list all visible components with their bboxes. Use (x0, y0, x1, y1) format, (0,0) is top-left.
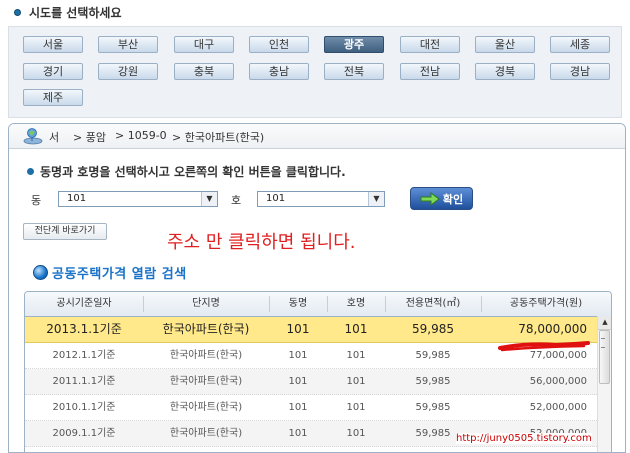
arrow-right-icon (420, 191, 440, 206)
column-header-complex: 단지명 (192, 298, 220, 309)
region-button-gyeonggi[interactable]: 경기 (23, 63, 83, 80)
region-button-chungnam[interactable]: 충남 (249, 63, 309, 80)
breadcrumb-item-lot[interactable]: > 1059-0 (115, 129, 167, 142)
watermark-text: http://juny0505.tistory.com (456, 433, 592, 444)
back-to-previous-step-button[interactable]: 전단계 바로가기 (23, 223, 107, 240)
cell-complex: 한국아파트(한국) (169, 376, 243, 387)
region-button-daejeon[interactable]: 대전 (400, 36, 460, 53)
confirm-button-label: 확인 (442, 192, 464, 206)
cell-ho: 101 (344, 322, 368, 336)
region-title-text: 시도를 선택하세요 (29, 6, 122, 20)
column-header-price: 공동주택가격(원) (509, 298, 583, 309)
cell-dong: 101 (288, 428, 308, 439)
scroll-grip-icon (601, 338, 605, 348)
region-button-ulsan[interactable]: 울산 (475, 36, 535, 53)
column-header-ho: 호명 (346, 298, 366, 309)
column-header-date: 공시기준일자 (56, 298, 112, 309)
breadcrumb-item-dong[interactable]: > 풍암 (73, 129, 106, 145)
table-header: 공시기준일자 단지명 동명 호명 전용면적(㎡) 공동주택가격(원) (25, 292, 611, 317)
column-header-area: 전용면적(㎡) (405, 298, 461, 309)
cell-ho: 101 (346, 376, 366, 387)
region-button-gyeongnam[interactable]: 경남 (550, 63, 610, 80)
region-button-daegu[interactable]: 대구 (174, 36, 234, 53)
cell-complex: 한국아파트(한국) (169, 402, 243, 413)
red-underline-mark (498, 341, 590, 352)
region-button-jeju[interactable]: 제주 (23, 89, 83, 106)
breadcrumb-item-complex: > 한국아파트(한국) (172, 131, 265, 144)
section-title-text: 공동주택가격 열람 검색 (52, 267, 187, 282)
cell-date: 2013.1.1기준 (46, 322, 122, 336)
price-table: 공시기준일자 단지명 동명 호명 전용면적(㎡) 공동주택가격(원) 2013.… (24, 291, 612, 452)
annotation-note: 주소 만 클릭하면 됩니다. (167, 232, 356, 253)
region-button-sejong[interactable]: 세종 (550, 36, 610, 53)
instruction-label: 동명과 호명을 선택하시고 오른쪽의 확인 버튼을 클릭합니다. (40, 165, 346, 179)
region-button-gangwon[interactable]: 강원 (98, 63, 158, 80)
cell-area: 59,985 (415, 402, 451, 413)
table-scrollbar[interactable]: ▲ (597, 316, 611, 452)
cell-complex: 한국아파트(한국) (169, 350, 243, 361)
table-row[interactable]: 2011.1.1기준 한국아파트(한국) 101 101 59,985 56,0… (25, 369, 597, 395)
confirm-button[interactable]: 확인 (410, 187, 473, 210)
cell-date: 2012.1.1기준 (52, 350, 116, 361)
cell-ho: 101 (346, 402, 366, 413)
cell-dong: 101 (286, 322, 310, 336)
cell-area: 59,985 (415, 350, 451, 361)
column-header-dong: 동명 (288, 298, 308, 309)
chevron-down-icon[interactable]: ▼ (201, 192, 217, 206)
cell-dong: 101 (288, 402, 308, 413)
ho-label: 호 (231, 194, 242, 207)
map-location-icon (23, 128, 43, 145)
cell-date: 2010.1.1기준 (52, 402, 116, 413)
cell-dong: 101 (288, 376, 308, 387)
cell-price: 56,000,000 (529, 376, 587, 387)
cell-dong: 101 (288, 350, 308, 361)
region-button-incheon[interactable]: 인천 (249, 36, 309, 53)
cell-date: 2011.1.1기준 (52, 376, 116, 387)
dong-select-value: 101 (67, 193, 87, 204)
dong-select[interactable]: 101 ▼ (58, 191, 218, 207)
cell-ho: 101 (346, 428, 366, 439)
cell-area: 59,985 (412, 322, 454, 336)
bullet-icon (14, 9, 21, 16)
instruction-text: 동명과 호명을 선택하시고 오른쪽의 확인 버튼을 클릭합니다. (27, 163, 346, 180)
breadcrumb-item-district[interactable]: 서 (49, 129, 59, 145)
table-row[interactable]: 2010.1.1기준 한국아파트(한국) 101 101 59,985 52,0… (25, 395, 597, 421)
breadcrumb: 서 > 풍암 > 1059-0 > 한국아파트(한국) (9, 124, 625, 149)
cell-complex: 한국아파트(한국) (162, 322, 250, 336)
region-panel: 서울 부산 대구 인천 광주 대전 울산 세종 경기 강원 충북 충남 전북 전… (8, 26, 622, 118)
cell-ho: 101 (346, 350, 366, 361)
dong-label: 동 (31, 194, 42, 207)
apartment-price-panel: 서 > 풍암 > 1059-0 > 한국아파트(한국) 동명과 호명을 선택하시… (8, 123, 626, 453)
region-button-seoul[interactable]: 서울 (23, 36, 83, 53)
region-button-busan[interactable]: 부산 (98, 36, 158, 53)
cell-date: 2009.1.1기준 (52, 428, 116, 439)
bullet-icon (27, 168, 34, 175)
cell-price: 52,000,000 (529, 402, 587, 413)
cell-complex: 한국아파트(한국) (169, 428, 243, 439)
chevron-down-icon[interactable]: ▼ (368, 192, 384, 206)
globe-bullet-icon (33, 265, 48, 280)
region-button-jeonnam[interactable]: 전남 (400, 63, 460, 80)
ho-select-value: 101 (266, 193, 286, 204)
cell-area: 59,985 (415, 376, 451, 387)
region-button-jeonbuk[interactable]: 전북 (324, 63, 384, 80)
section-title: 공동주택가격 열람 검색 (33, 263, 187, 282)
region-title: 시도를 선택하세요 (14, 4, 122, 21)
region-button-chungbuk[interactable]: 충북 (174, 63, 234, 80)
region-button-gyeongbuk[interactable]: 경북 (475, 63, 535, 80)
ho-select[interactable]: 101 ▼ (257, 191, 385, 207)
region-button-gwangju[interactable]: 광주 (324, 36, 384, 53)
scroll-up-arrow-icon[interactable]: ▲ (598, 316, 611, 330)
